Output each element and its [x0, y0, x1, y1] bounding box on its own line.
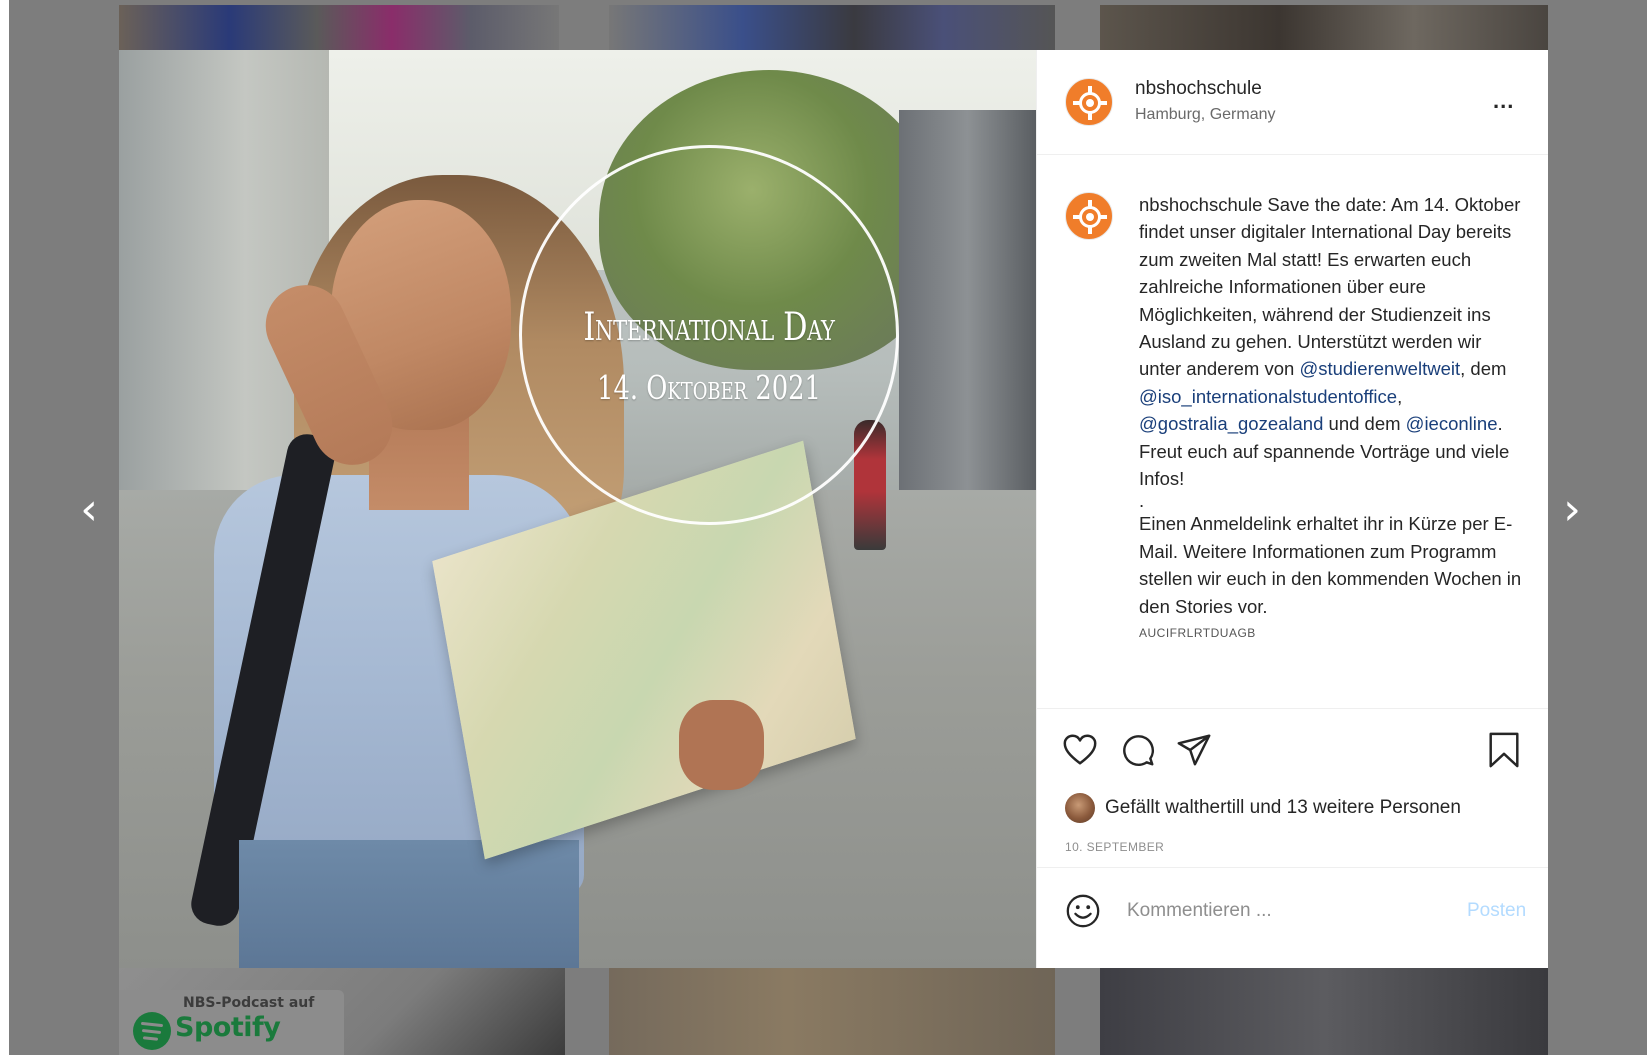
post-header: nbshochschule Hamburg, Germany ...: [1037, 50, 1548, 155]
grid-thumbnail: [1100, 968, 1548, 1055]
comment-input[interactable]: [1127, 896, 1427, 926]
event-title: International Day: [583, 305, 835, 350]
caption-section: nbshochschule Save the date: Am 14. Oktob…: [1037, 155, 1548, 709]
caption-username[interactable]: nbshochschule: [1139, 194, 1262, 215]
avatar[interactable]: [1065, 78, 1113, 126]
caption-text: und dem: [1328, 413, 1401, 435]
podcast-badge: NBS-Podcast auf Spotify: [119, 990, 344, 1055]
grid-thumbnail: [609, 5, 1055, 50]
caption-paragraph: Einen Anmeldelink erhaltet ihr in Kürze …: [1139, 513, 1522, 617]
modal-backdrop[interactable]: NBS-Podcast auf Spotify ‹ › Internationa…: [9, 0, 1647, 1055]
caption-separator: .: [1139, 490, 1145, 512]
post-modal: International Day 14. Oktober 2021 nbsho…: [119, 50, 1548, 968]
spotify-wordmark: Spotify: [175, 1012, 281, 1043]
post-date-row: 10. SEPTEMBER: [1037, 831, 1548, 868]
likes-row: Gefällt walthertill und 13 weitere Perso…: [1037, 787, 1548, 831]
caption-text: ,: [1397, 385, 1403, 407]
post-author-username[interactable]: nbshochschule: [1135, 78, 1262, 100]
more-options-button[interactable]: ...: [1493, 88, 1514, 114]
post-comment-button[interactable]: Posten: [1467, 900, 1526, 922]
post-location[interactable]: Hamburg, Germany: [1135, 106, 1276, 124]
spotify-icon: [133, 1012, 171, 1050]
comment-form: Posten: [1037, 868, 1548, 968]
post-date[interactable]: 10. SEPTEMBER: [1065, 840, 1164, 854]
chevron-right-icon: ›: [1563, 484, 1581, 535]
comment-icon[interactable]: [1119, 731, 1157, 769]
avatar[interactable]: [1065, 793, 1095, 823]
send-icon[interactable]: [1175, 731, 1213, 769]
action-bar: [1037, 709, 1548, 787]
event-date: 14. Oktober 2021: [597, 368, 821, 407]
grid-thumbnail: [119, 5, 559, 50]
bookmark-icon[interactable]: [1485, 731, 1523, 769]
likes-count[interactable]: Gefällt walthertill und 13 weitere Perso…: [1105, 797, 1461, 819]
post-image[interactable]: International Day 14. Oktober 2021: [119, 50, 1036, 968]
avatar[interactable]: [1065, 192, 1113, 240]
podcast-label: NBS-Podcast auf: [183, 995, 315, 1011]
smiley-icon[interactable]: [1064, 892, 1102, 930]
mention-link[interactable]: @iso_internationalstudentoffice: [1139, 386, 1397, 407]
mention-link[interactable]: @ieconline: [1406, 413, 1498, 434]
caption-text: , dem: [1460, 358, 1507, 380]
next-post-button[interactable]: ›: [1557, 488, 1587, 532]
grid-thumbnail: [609, 968, 1055, 1055]
caption-code: AUCIFRLRTDUAGB: [1139, 626, 1256, 641]
post-caption: nbshochschule Save the date: Am 14. Oktob…: [1139, 191, 1524, 642]
post-sidebar: nbshochschule Hamburg, Germany ... nbsho…: [1036, 50, 1548, 968]
heart-icon[interactable]: [1061, 731, 1099, 769]
mention-link[interactable]: @gostralia_gozealand: [1139, 413, 1323, 434]
grid-thumbnail: [1100, 5, 1548, 50]
previous-post-button[interactable]: ‹: [74, 488, 104, 532]
chevron-left-icon: ‹: [80, 484, 98, 535]
caption-text: Save the date: Am 14. Oktober findet uns…: [1139, 194, 1521, 380]
mention-link[interactable]: @studierenweltweit: [1299, 358, 1460, 379]
